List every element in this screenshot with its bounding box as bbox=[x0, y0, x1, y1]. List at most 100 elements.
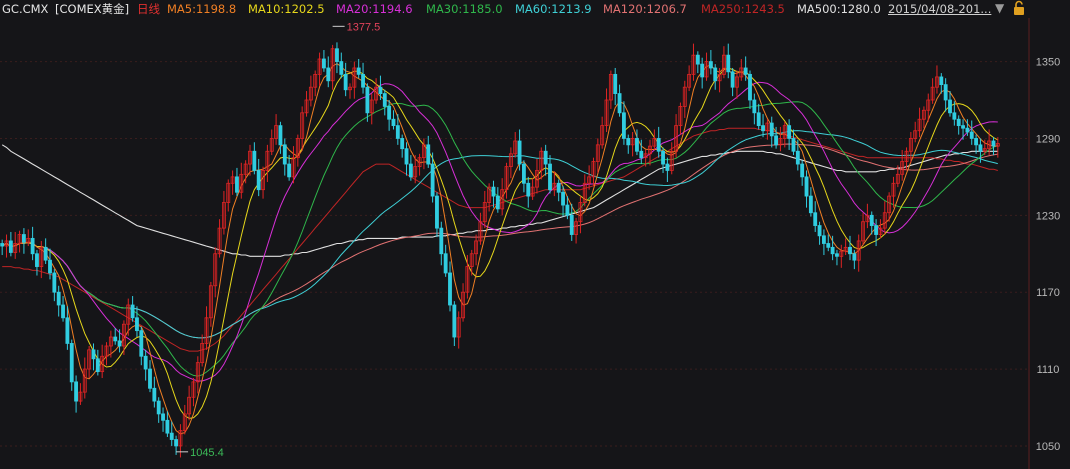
candle-body bbox=[548, 163, 552, 191]
candle-body bbox=[748, 73, 752, 101]
candle-body bbox=[787, 125, 792, 139]
y-tick-label: 1110 bbox=[1037, 364, 1060, 376]
candle-body bbox=[430, 163, 435, 197]
candle-body bbox=[800, 163, 805, 178]
candle-body bbox=[43, 246, 48, 261]
legend-ma5[interactable]: MA5:1198.8 bbox=[167, 0, 236, 18]
candle-body bbox=[21, 234, 26, 243]
candle-body bbox=[321, 58, 326, 69]
candle-body bbox=[526, 182, 531, 197]
candle-body bbox=[813, 212, 818, 226]
legend-ma10[interactable]: MA10:1202.5 bbox=[248, 0, 325, 18]
date-range-label[interactable]: 2015/04/08-201... bbox=[888, 0, 991, 18]
candle-body bbox=[761, 125, 765, 132]
candle-body bbox=[404, 148, 409, 165]
candle-body bbox=[235, 176, 239, 193]
candle-body bbox=[152, 387, 157, 402]
candle-body bbox=[791, 138, 796, 152]
legend-ma250[interactable]: MA250:1243.5 bbox=[701, 0, 785, 18]
candle-body bbox=[808, 195, 813, 214]
candle-body bbox=[656, 138, 661, 152]
legend-ma20[interactable]: MA20:1194.6 bbox=[336, 0, 413, 18]
candle-body bbox=[969, 131, 974, 139]
candle-body bbox=[700, 63, 705, 78]
candle-body bbox=[874, 225, 879, 235]
candle-body bbox=[339, 61, 344, 75]
candle-body bbox=[435, 195, 439, 229]
candle-body bbox=[48, 259, 52, 274]
chart-header: GC.CMX [COMEX黄金] 日线 MA5:1198.8 MA10:1202… bbox=[0, 0, 1070, 18]
candle-body bbox=[35, 253, 39, 267]
candle-body bbox=[621, 112, 626, 139]
legend-ma120[interactable]: MA120:1206.7 bbox=[603, 0, 687, 18]
candle-body bbox=[452, 304, 457, 338]
candle-body bbox=[613, 73, 618, 94]
candle-body bbox=[726, 54, 731, 73]
candle-body bbox=[830, 246, 835, 255]
candle-body bbox=[774, 135, 779, 146]
legend-ma60[interactable]: MA60:1213.9 bbox=[515, 0, 592, 18]
low-price-label: 1045.4 bbox=[190, 447, 224, 459]
candle-body bbox=[148, 368, 152, 389]
candle-body bbox=[0, 243, 5, 247]
candle-body bbox=[278, 125, 283, 146]
candle-body bbox=[161, 413, 165, 421]
y-tick-label: 1230 bbox=[1036, 210, 1060, 222]
candle-body bbox=[939, 76, 944, 86]
period-label[interactable]: 日线 bbox=[137, 0, 160, 18]
candle-body bbox=[448, 272, 452, 306]
candle-body bbox=[117, 340, 122, 347]
candle-body bbox=[335, 48, 339, 62]
lock-icon[interactable] bbox=[1012, 0, 1026, 20]
candle-body bbox=[821, 235, 826, 244]
candle-body bbox=[69, 343, 74, 383]
candle-body bbox=[752, 99, 757, 114]
candle-body bbox=[543, 150, 548, 165]
candle-body bbox=[991, 140, 996, 147]
candle-body bbox=[665, 163, 670, 171]
candle-body bbox=[365, 86, 370, 114]
candle-body bbox=[408, 163, 413, 178]
candle-body bbox=[113, 336, 118, 342]
candle-body bbox=[391, 118, 396, 127]
candle-body bbox=[65, 317, 70, 344]
candle-body bbox=[439, 227, 444, 255]
candle-body bbox=[730, 71, 735, 88]
candle-body bbox=[130, 304, 135, 319]
candle-body bbox=[95, 358, 100, 373]
exchange-label: [COMEX黄金] bbox=[55, 2, 130, 16]
symbol-label: GC.CMX bbox=[2, 2, 49, 16]
dropdown-triangle-icon[interactable]: ▼ bbox=[995, 0, 1004, 16]
candle-body bbox=[635, 138, 639, 152]
candle-body bbox=[769, 122, 774, 137]
candle-body bbox=[30, 237, 35, 255]
candle-body bbox=[56, 291, 61, 306]
candle-body bbox=[135, 317, 139, 332]
candle-body bbox=[852, 253, 857, 261]
candle-body bbox=[356, 67, 361, 75]
candle-body bbox=[952, 112, 957, 120]
candle-body bbox=[521, 163, 526, 184]
candle-body bbox=[282, 144, 287, 165]
candle-body bbox=[974, 138, 979, 146]
candle-body bbox=[287, 163, 292, 178]
legend-ma30[interactable]: MA30:1185.0 bbox=[426, 0, 503, 18]
candle-body bbox=[965, 127, 970, 133]
candle-body bbox=[426, 144, 431, 165]
candle-body bbox=[569, 214, 574, 235]
candle-body bbox=[661, 150, 665, 165]
candle-body bbox=[143, 355, 148, 370]
candle-body bbox=[443, 253, 448, 274]
candle-body bbox=[382, 93, 387, 107]
candle-body bbox=[256, 170, 261, 191]
candle-body bbox=[400, 138, 405, 150]
candle-body bbox=[943, 84, 948, 101]
candle-body bbox=[961, 125, 965, 129]
legend-ma500[interactable]: MA500:1280.0 bbox=[797, 0, 881, 18]
candle-body bbox=[826, 243, 831, 248]
candle-body bbox=[491, 186, 496, 197]
candlestick-chart[interactable]: 1377.5 1045.4 1050 1110 1170 1230 1290 1350 bbox=[0, 0, 1070, 469]
candle-body bbox=[565, 204, 570, 216]
candle-body bbox=[326, 67, 331, 82]
candle-body bbox=[817, 225, 822, 237]
